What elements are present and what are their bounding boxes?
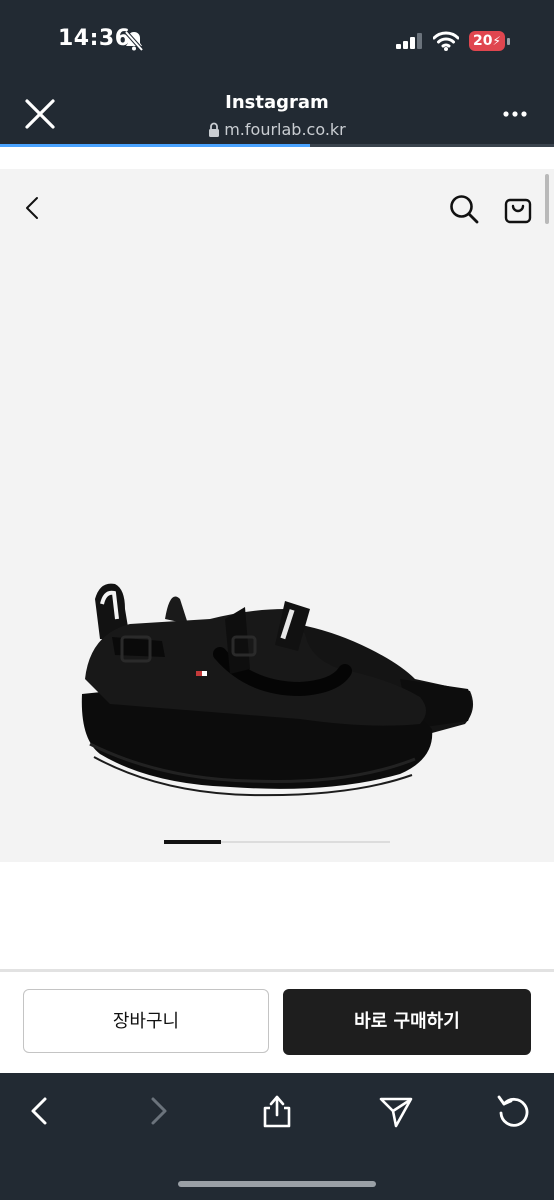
search-icon[interactable] [448,193,480,225]
url-text: m.fourlab.co.kr [224,120,346,139]
buy-now-button[interactable]: 바로 구매하기 [283,989,531,1055]
share-icon[interactable] [257,1091,297,1131]
product-image-area[interactable] [0,169,554,862]
content-top-gap [0,147,554,169]
lock-icon [208,122,220,141]
home-indicator[interactable] [178,1181,376,1187]
web-content: 장바구니 바로 구매하기 [0,147,554,1073]
more-icon[interactable] [500,102,530,126]
add-to-cart-button[interactable]: 장바구니 [23,989,269,1053]
reload-icon[interactable] [494,1091,534,1131]
bell-muted-icon [124,30,144,56]
image-carousel-indicator [164,840,221,844]
back-icon[interactable] [20,1091,60,1131]
wifi-icon [432,31,460,55]
url-display: m.fourlab.co.kr [0,120,554,141]
page-title: Instagram [225,92,329,113]
send-icon[interactable] [376,1091,416,1131]
status-bar: 14:36 20⚡ [0,0,554,80]
chevron-left-icon[interactable] [18,193,48,223]
battery-cap [507,38,510,45]
battery-indicator: 20⚡ [469,31,505,51]
product-shoe-image [70,579,480,809]
charging-icon: ⚡ [492,34,501,48]
shopping-bag-icon[interactable] [502,193,534,225]
browser-toolbar [0,1073,554,1200]
status-time: 14:36 [58,26,131,51]
cellular-signal-icon [396,33,424,53]
scrollbar[interactable] [545,174,549,224]
in-app-browser-header: Instagram m.fourlab.co.kr [0,80,554,146]
action-bar-divider [0,969,554,972]
forward-icon[interactable] [138,1091,178,1131]
battery-level: 20 [473,33,493,49]
